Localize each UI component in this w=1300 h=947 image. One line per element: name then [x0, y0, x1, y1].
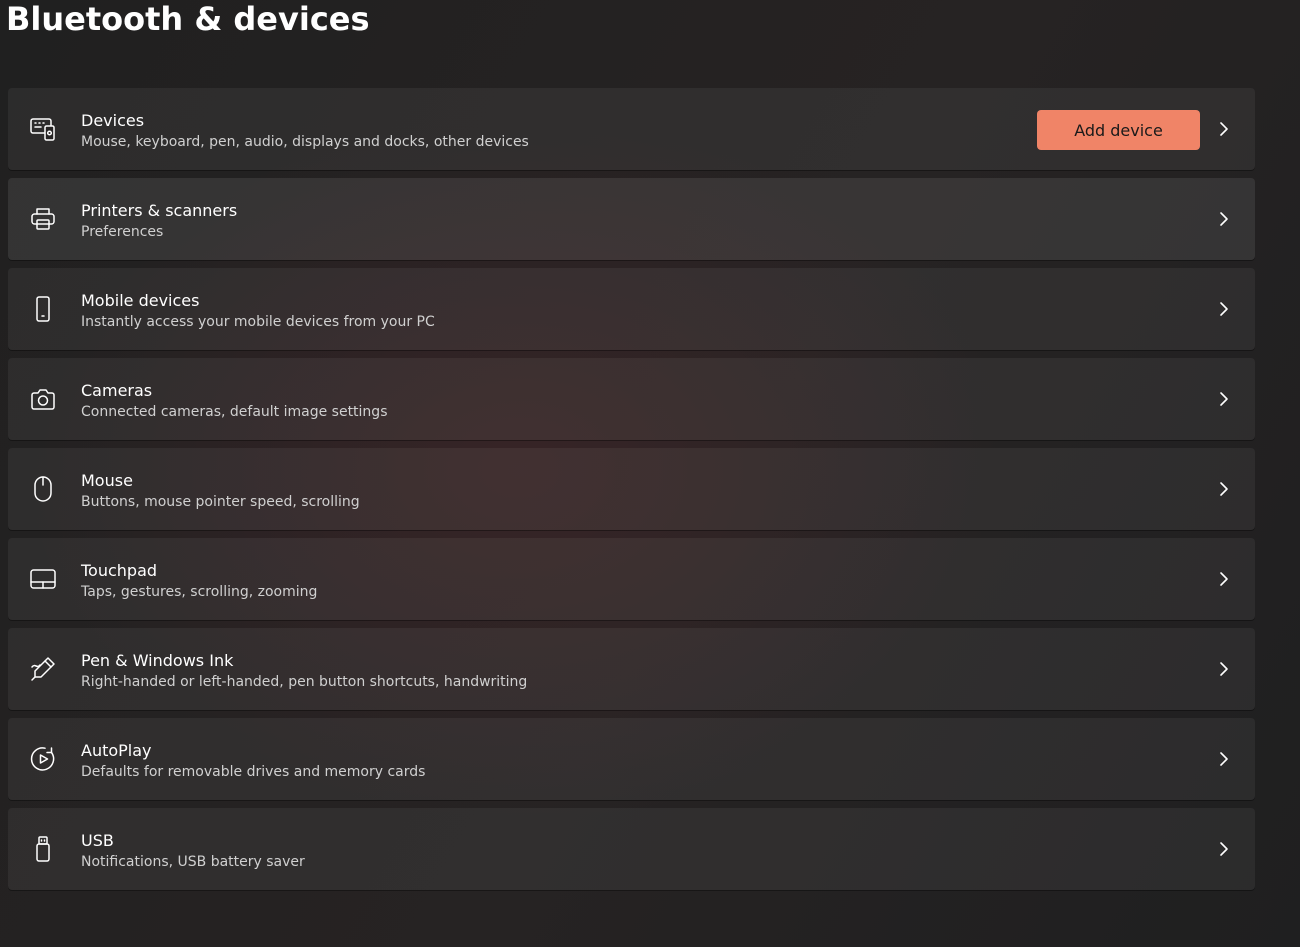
settings-item-description: Instantly access your mobile devices fro…: [81, 314, 435, 330]
settings-item-description: Right-handed or left-handed, pen button …: [81, 674, 528, 690]
settings-item-title: Mobile devices: [81, 291, 200, 310]
settings-item-description: Taps, gestures, scrolling, zooming: [81, 584, 318, 600]
settings-item-description: Defaults for removable drives and memory…: [81, 764, 426, 780]
chevron-right-icon: [1215, 839, 1233, 859]
settings-item-title: USB: [81, 831, 114, 850]
chevron-right-icon: [1215, 299, 1233, 319]
settings-item-title: Cameras: [81, 381, 153, 400]
settings-item-description: Buttons, mouse pointer speed, scrolling: [81, 494, 360, 510]
printer-icon: [28, 205, 58, 233]
page-title: Bluetooth & devices: [6, 0, 370, 38]
usb-icon: [28, 835, 58, 863]
settings-item-cameras[interactable]: Cameras Connected cameras, default image…: [8, 358, 1255, 440]
chevron-right-icon: [1215, 119, 1233, 139]
chevron-right-icon: [1215, 209, 1233, 229]
autoplay-icon: [28, 745, 58, 773]
settings-item-mobile-devices[interactable]: Mobile devices Instantly access your mob…: [8, 268, 1255, 350]
settings-item-description: Mouse, keyboard, pen, audio, displays an…: [81, 134, 529, 150]
settings-item-mouse[interactable]: Mouse Buttons, mouse pointer speed, scro…: [8, 448, 1255, 530]
add-device-button[interactable]: Add device: [1037, 110, 1200, 150]
settings-item-title: Touchpad: [81, 561, 158, 580]
pen-icon: [28, 655, 58, 683]
chevron-right-icon: [1215, 389, 1233, 409]
phone-icon: [28, 295, 58, 323]
settings-item-devices[interactable]: Devices Mouse, keyboard, pen, audio, dis…: [8, 88, 1255, 170]
settings-item-title: Pen & Windows Ink: [81, 651, 234, 670]
settings-list: Devices Mouse, keyboard, pen, audio, dis…: [8, 88, 1255, 898]
settings-item-description: Notifications, USB battery saver: [81, 854, 305, 870]
chevron-right-icon: [1215, 479, 1233, 499]
settings-item-autoplay[interactable]: AutoPlay Defaults for removable drives a…: [8, 718, 1255, 800]
settings-item-title: AutoPlay: [81, 741, 152, 760]
camera-icon: [28, 385, 58, 413]
chevron-right-icon: [1215, 749, 1233, 769]
settings-item-description: Preferences: [81, 224, 164, 240]
settings-item-touchpad[interactable]: Touchpad Taps, gestures, scrolling, zoom…: [8, 538, 1255, 620]
settings-item-title: Devices: [81, 111, 145, 130]
settings-item-usb[interactable]: USB Notifications, USB battery saver: [8, 808, 1255, 890]
settings-item-printers-scanners[interactable]: Printers & scanners Preferences: [8, 178, 1255, 260]
settings-item-title: Printers & scanners: [81, 201, 238, 220]
settings-item-pen-windows-ink[interactable]: Pen & Windows Ink Right-handed or left-h…: [8, 628, 1255, 710]
touchpad-icon: [28, 565, 58, 593]
settings-item-description: Connected cameras, default image setting…: [81, 404, 388, 420]
mouse-icon: [28, 475, 58, 503]
devices-icon: [28, 115, 58, 143]
chevron-right-icon: [1215, 569, 1233, 589]
settings-item-title: Mouse: [81, 471, 133, 490]
chevron-right-icon: [1215, 659, 1233, 679]
